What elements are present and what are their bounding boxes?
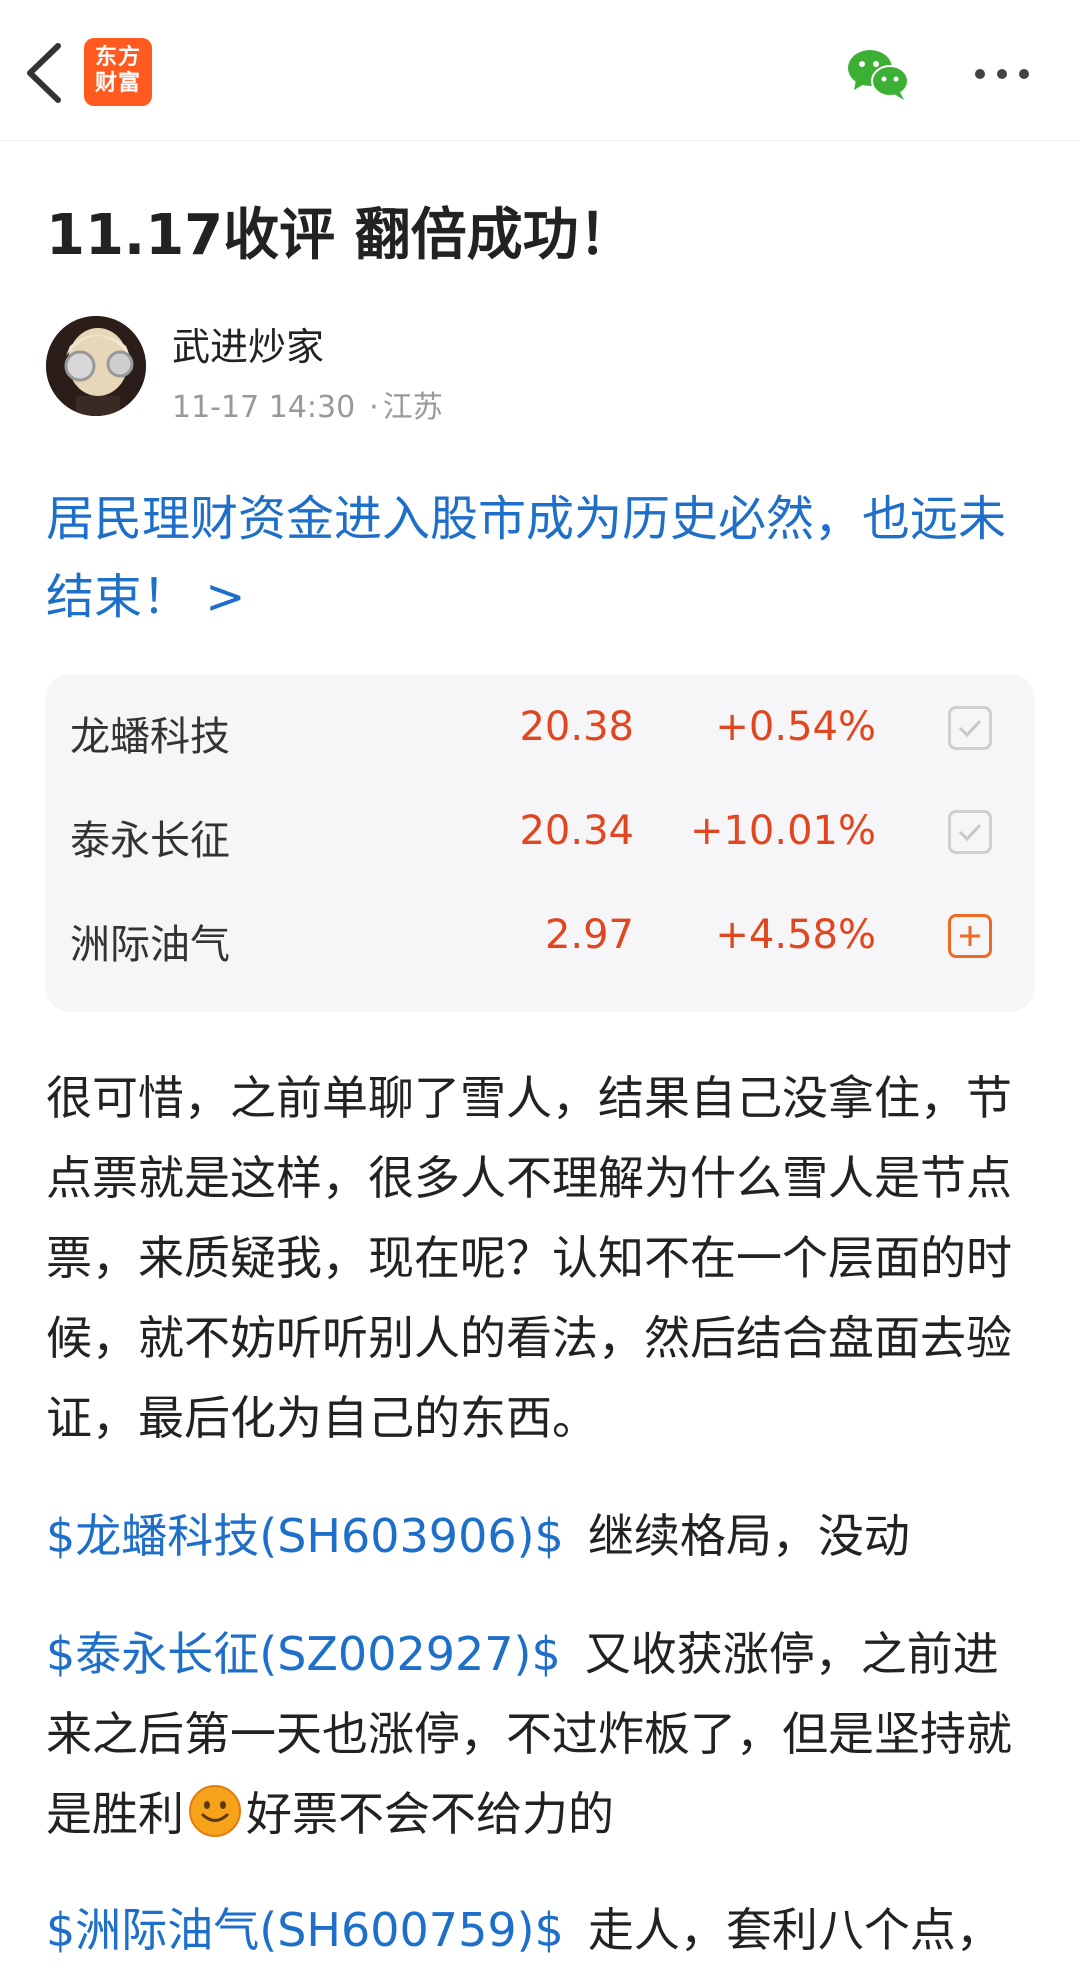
smiley-emoji-icon — [189, 1785, 241, 1837]
stock-price: 20.34 — [519, 808, 634, 854]
article-paragraph: $洲际油气(SH600759)$ 走人，套利八个点， — [46, 1890, 1036, 1970]
paragraph-text: 好票不会不给力的 — [246, 1787, 614, 1841]
stock-price: 20.38 — [519, 704, 634, 750]
stock-tag-link[interactable]: $泰永长征(SZ002927)$ — [46, 1627, 561, 1681]
stock-tag-link[interactable]: $龙蟠科技(SH603906)$ — [46, 1509, 564, 1563]
separator-dot: · — [369, 390, 379, 425]
post-location: 江苏 — [382, 390, 443, 425]
add-to-watchlist-button[interactable] — [948, 914, 992, 958]
added-to-watchlist-button[interactable] — [948, 706, 992, 750]
wechat-share-button[interactable] — [846, 48, 910, 100]
article-paragraph: $泰永长征(SZ002927)$ 又收获涨停，之前进来之后第一天也涨停，不过炸板了… — [46, 1614, 1036, 1854]
checkbox-checked-icon — [958, 823, 982, 842]
post-time: 11-17 14:30 — [172, 390, 356, 425]
stock-price: 2.97 — [544, 912, 634, 958]
article-paragraph: $龙蟠科技(SH603906)$ 继续格局，没动 — [46, 1496, 1036, 1576]
back-button[interactable] — [18, 38, 78, 108]
stock-row[interactable]: 泰永长征 20.34 +10.01% — [46, 778, 1034, 882]
stock-row[interactable]: 龙蟠科技 20.38 +0.54% — [46, 674, 1034, 778]
stock-change: +10.01% — [689, 808, 876, 854]
more-button[interactable] — [972, 64, 1032, 84]
stock-name[interactable]: 龙蟠科技 — [70, 704, 230, 762]
article-paragraph: 很可惜，之前单聊了雪人，结果自己没拿住，节点票就是这样，很多人不理解为什么雪人是… — [46, 1071, 1012, 1445]
related-article-link[interactable]: 居民理财资金进入股市成为历史必然，也远未结束！ > — [46, 480, 1036, 636]
article-title: 11.17收评 翻倍成功！ — [46, 203, 635, 268]
stock-change: +4.58% — [715, 912, 876, 958]
avatar-image — [46, 316, 146, 416]
author-name[interactable]: 武进炒家 — [172, 316, 324, 371]
author-avatar[interactable] — [46, 316, 146, 416]
paragraph-text: 走人，套利八个点， — [587, 1903, 1002, 1957]
stock-change: +0.54% — [715, 704, 876, 750]
added-to-watchlist-button[interactable] — [948, 810, 992, 854]
stock-name[interactable]: 洲际油气 — [70, 912, 230, 970]
paragraph-text: 继续格局，没动 — [587, 1509, 910, 1563]
stock-name[interactable]: 泰永长征 — [70, 808, 230, 866]
chevron-left-icon — [27, 43, 61, 103]
wechat-icon — [848, 50, 909, 100]
stock-row[interactable]: 洲际油气 2.97 +4.58% — [46, 882, 1034, 986]
post-meta: 11-17 14:30 · 江苏 — [172, 382, 443, 426]
add-square-icon — [960, 926, 980, 946]
top-navigation-bar: 东方 财富 — [0, 0, 1080, 141]
checkbox-checked-icon — [958, 719, 982, 738]
stock-card: 龙蟠科技 20.38 +0.54% 泰永长征 20.34 +10.01% 洲际油… — [46, 674, 1034, 1012]
stock-tag-link[interactable]: $洲际油气(SH600759)$ — [46, 1903, 564, 1957]
app-logo: 东方 财富 — [84, 38, 152, 106]
more-horizontal-icon — [975, 69, 1029, 79]
